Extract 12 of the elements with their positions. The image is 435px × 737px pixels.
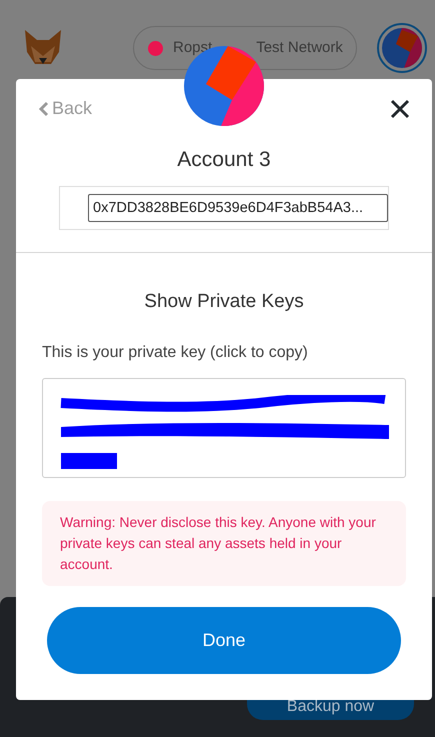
warning-message: Warning: Never disclose this key. Anyone with your private keys can steal any assets held in your account. [42, 501, 406, 586]
account-avatar-icon[interactable] [377, 23, 427, 73]
back-button[interactable]: Back [38, 95, 92, 122]
address-field[interactable]: 0x7DD3828BE6D9539e6D4F3abB54A3... [88, 194, 388, 222]
done-button[interactable]: Done [47, 607, 401, 674]
chevron-left-icon [38, 100, 50, 116]
account-name: Account 3 [177, 147, 271, 173]
close-icon[interactable] [390, 98, 410, 118]
private-key-box[interactable] [42, 378, 406, 478]
section-title: Show Private Keys [144, 290, 304, 314]
key-label: This is your private key (click to copy) [42, 343, 308, 363]
network-label: Test Network [256, 38, 343, 58]
